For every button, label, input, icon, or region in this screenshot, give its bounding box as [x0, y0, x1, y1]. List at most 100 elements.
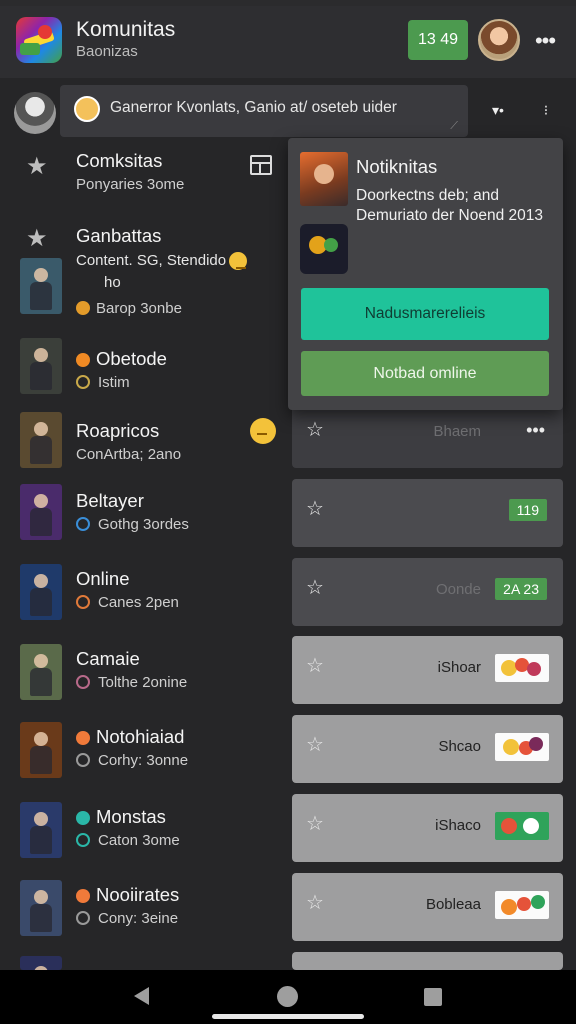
status-ring-icon [76, 753, 90, 767]
list-item[interactable]: Online Canes 2pen [0, 562, 290, 632]
list-item-subtitle: Caton 3ome [76, 832, 180, 849]
recents-icon[interactable] [424, 988, 442, 1006]
list-item-subtitle: Ponyaries 3ome [76, 176, 185, 193]
list-item[interactable]: Camaie Tolthe 2onine [0, 642, 290, 712]
notification-popup: Notiknitas Doorkectns deb; and Demuriato… [288, 138, 563, 410]
list-item[interactable]: Obetode Istim [0, 336, 290, 406]
popup-secondary-button[interactable]: Notbad omline [301, 351, 549, 396]
app-logo [16, 17, 62, 63]
star-icon[interactable]: ☆ [306, 575, 324, 600]
back-icon[interactable] [134, 987, 149, 1005]
home-icon[interactable] [277, 986, 298, 1007]
filter-icon[interactable]: ⁝ [534, 98, 558, 122]
list-item-subtitle: Cony: 3eine [76, 910, 178, 927]
list-item-title: Obetode [76, 348, 167, 370]
status-dot-icon [76, 889, 90, 903]
star-icon: ★ [26, 153, 48, 180]
status-ring-icon [76, 375, 90, 389]
list-item[interactable]: Content. SG, Stendido ho Barop 3onbe [0, 250, 290, 320]
card-label: Oonde [435, 581, 481, 598]
game-card[interactable]: ☆ iShaco [292, 794, 563, 862]
star-icon[interactable]: ☆ [306, 811, 324, 836]
popup-body: Doorkectns deb; and Demuriato der Noend … [356, 187, 543, 224]
list-item-title: Online [76, 568, 130, 589]
status-dot-icon [76, 731, 90, 745]
grid-view-icon[interactable] [250, 155, 272, 175]
game-thumbnail [20, 722, 62, 778]
game-card[interactable]: ☆ Oonde 2A 23 [292, 558, 563, 626]
list-item[interactable]: Notohiaiad Corhy: 3onne [0, 720, 290, 790]
list-item[interactable]: Roapricos ConArtba; 2ano [0, 410, 290, 480]
list-item-title: Notohiaiad [76, 726, 184, 748]
list-item[interactable]: ★ Comksitas Ponyaries 3ome [0, 146, 290, 216]
list-item-title: Comksitas [76, 150, 163, 171]
game-art-image [495, 891, 549, 919]
star-icon[interactable]: ☆ [306, 890, 324, 915]
card-badge: 119 [508, 499, 547, 521]
list-item-title: Ganbattas [76, 225, 162, 246]
status-ring-icon [76, 517, 90, 531]
user-avatar[interactable] [14, 92, 56, 134]
game-thumbnail [20, 258, 62, 314]
game-card[interactable]: ☆ iShoar [292, 636, 563, 704]
game-thumbnail [20, 880, 62, 936]
list-item-subtitle: Istim [76, 374, 130, 391]
list-item[interactable]: Nooiirates Cony: 3eine [0, 878, 290, 948]
game-card[interactable]: ☆ Bobleaa [292, 873, 563, 941]
app-title: Komunitas [76, 18, 176, 41]
list-item-subtitle: ConArtba; 2ano [76, 446, 182, 463]
search-input[interactable]: Ganerror Kvonlats, Ganio at/ oseteb uide… [60, 85, 468, 137]
game-icon [300, 224, 348, 274]
list-item-title: Monstas [76, 806, 166, 828]
star-icon[interactable]: ☆ [306, 496, 324, 521]
star-icon[interactable]: ☆ [306, 417, 324, 442]
more-options-icon[interactable]: ••• [526, 420, 545, 441]
card-badge: 2A 23 [495, 578, 547, 600]
game-card[interactable]: ☆ Bhaem ••• [292, 400, 563, 468]
gesture-handle[interactable] [212, 1014, 364, 1019]
game-card[interactable]: ☆ Shcao [292, 715, 563, 783]
search-input-text: Ganerror Kvonlats, Ganio at/ oseteb uide… [110, 99, 397, 116]
game-art-image [495, 812, 549, 840]
popup-primary-button[interactable]: Nadusmarerelieis [301, 288, 549, 340]
list-item[interactable]: Beltayer Gothg 3ordes [0, 484, 290, 554]
header-badge-button[interactable]: 13 49 [408, 20, 468, 60]
status-dot-icon [76, 353, 90, 367]
game-card[interactable]: ☆ 119 [292, 479, 563, 547]
list-item-subtitle: Corhy: 3onne [76, 752, 188, 769]
game-art-image [495, 654, 549, 682]
game-thumbnail [20, 484, 62, 540]
game-character-icon [300, 152, 348, 206]
system-nav-bar [0, 970, 576, 1024]
card-label: iShaco [435, 817, 481, 834]
game-thumbnail [20, 802, 62, 858]
game-card[interactable] [292, 952, 563, 970]
game-art-image [495, 733, 549, 761]
status-dot-icon [76, 301, 90, 315]
star-icon: ★ [26, 225, 48, 252]
resize-handle-icon: ⟋ [450, 120, 458, 132]
list-item-title: Beltayer [76, 490, 144, 511]
game-thumbnail [20, 412, 62, 468]
list-item-subtitle: Canes 2pen [76, 594, 179, 611]
card-label: iShoar [437, 659, 481, 676]
game-thumbnail [20, 644, 62, 700]
app-subtitle: Baonizas [76, 43, 138, 60]
emoji-icon [229, 252, 247, 270]
game-thumbnail [20, 338, 62, 394]
card-label: Shcao [438, 738, 481, 755]
list-item-subtitle: Gothg 3ordes [76, 516, 189, 533]
star-icon[interactable]: ☆ [306, 653, 324, 678]
more-options-icon[interactable]: ••• [530, 26, 560, 56]
star-icon[interactable]: ☆ [306, 732, 324, 757]
profile-avatar[interactable] [478, 19, 520, 61]
list-item-title: Nooiirates [76, 884, 179, 906]
list-item-title: Camaie [76, 648, 140, 669]
smiley-icon [74, 96, 100, 122]
list-item[interactable]: Monstas Caton 3ome [0, 800, 290, 870]
dropdown-toggle-icon[interactable]: ▾• [484, 98, 512, 122]
list-item-subtitle: Barop 3onbe [76, 300, 182, 317]
list-item-title: Roapricos [76, 420, 160, 441]
status-ring-icon [76, 675, 90, 689]
list-item-extra: ho [104, 274, 121, 291]
